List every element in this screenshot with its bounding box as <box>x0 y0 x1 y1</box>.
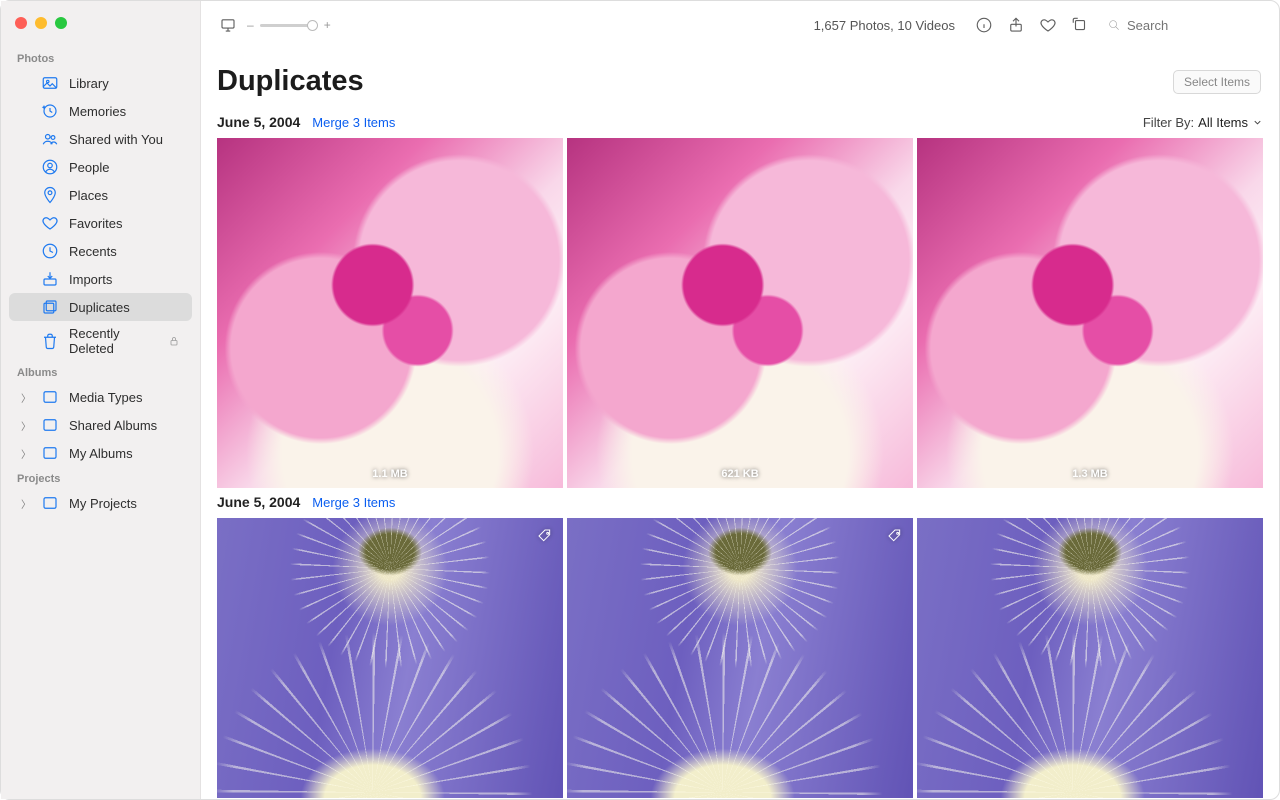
sidebar-item-places[interactable]: Places <box>9 181 192 209</box>
merge-items-link[interactable]: Merge 3 Items <box>312 115 395 130</box>
aspect-toggle-icon[interactable] <box>217 14 239 36</box>
chevron-right-icon: 〉 <box>21 390 31 405</box>
duplicate-group-header: June 5, 2004 Merge 3 Items <box>217 488 1263 518</box>
photo-thumbnail[interactable]: 621 KB <box>567 138 913 488</box>
search-field[interactable] <box>1101 15 1263 36</box>
rect-icon <box>41 494 59 512</box>
sidebar-item-label: Favorites <box>69 216 180 231</box>
sidebar-section-title: Albums <box>1 361 200 383</box>
sidebar-item-label: My Albums <box>69 446 180 461</box>
library-count: 1,657 Photos, 10 Videos <box>814 18 955 33</box>
sidebar-item-label: Shared Albums <box>69 418 180 433</box>
sidebar-item-duplicates[interactable]: Duplicates <box>9 293 192 321</box>
rect-icon <box>41 416 59 434</box>
sidebar-item-label: My Projects <box>69 496 180 511</box>
sparkle-clock-icon <box>41 102 59 120</box>
rect-stack-icon <box>41 298 59 316</box>
chevron-down-icon <box>1252 117 1263 128</box>
rotate-icon[interactable] <box>1069 14 1091 36</box>
lock-icon <box>168 335 180 347</box>
chevron-right-icon: 〉 <box>21 496 31 511</box>
slider-plus: + <box>324 18 331 32</box>
clock-icon <box>41 242 59 260</box>
toolbar: – + 1,657 Photos, 10 Videos <box>201 1 1279 49</box>
photo-thumbnail[interactable] <box>917 518 1263 798</box>
group-date: June 5, 2004 <box>217 114 300 130</box>
tray-down-icon <box>41 270 59 288</box>
person-circle-icon <box>41 158 59 176</box>
share-icon[interactable] <box>1005 14 1027 36</box>
tag-icon <box>887 528 903 544</box>
chevron-right-icon: 〉 <box>21 446 31 461</box>
photo-thumbnail[interactable]: 1.1 MB <box>217 138 563 488</box>
sidebar-item-shared-albums[interactable]: 〉 Shared Albums <box>9 411 192 439</box>
sidebar-item-memories[interactable]: Memories <box>9 97 192 125</box>
sidebar-item-recently-deleted[interactable]: Recently Deleted <box>9 321 192 361</box>
favorite-icon[interactable] <box>1037 14 1059 36</box>
sidebar-section-title: Photos <box>1 47 200 69</box>
chevron-right-icon: 〉 <box>21 418 31 433</box>
trash-icon <box>41 332 59 350</box>
sidebar-item-label: People <box>69 160 180 175</box>
main-area: – + 1,657 Photos, 10 Videos Duplicates S… <box>201 1 1279 799</box>
sidebar-item-my-albums[interactable]: 〉 My Albums <box>9 439 192 467</box>
minimize-window-button[interactable] <box>35 17 47 29</box>
file-size-badge: 1.1 MB <box>372 468 407 480</box>
duplicate-group-header: June 5, 2004 Merge 3 Items Filter By: All … <box>217 108 1263 138</box>
pin-icon <box>41 186 59 204</box>
search-input[interactable] <box>1127 18 1257 33</box>
sidebar-item-label: Recently Deleted <box>69 326 158 356</box>
merge-items-link[interactable]: Merge 3 Items <box>312 495 395 510</box>
sidebar-item-imports[interactable]: Imports <box>9 265 192 293</box>
sidebar-item-media-types[interactable]: 〉 Media Types <box>9 383 192 411</box>
sidebar-item-label: Places <box>69 188 180 203</box>
slider-minus: – <box>247 18 254 32</box>
page-title: Duplicates <box>217 65 364 98</box>
heart-icon <box>41 214 59 232</box>
sidebar-item-label: Shared with You <box>69 132 180 147</box>
rect-icon <box>41 388 59 406</box>
sidebar: Photos Library Memories Shared with You Peop… <box>1 1 201 799</box>
sidebar-item-shared-with-you[interactable]: Shared with You <box>9 125 192 153</box>
sidebar-item-recents[interactable]: Recents <box>9 237 192 265</box>
window-controls <box>1 7 200 47</box>
sidebar-item-label: Imports <box>69 272 180 287</box>
sidebar-item-people[interactable]: People <box>9 153 192 181</box>
duplicate-group-row: 1.1 MB 621 KB 1.3 MB <box>217 138 1263 488</box>
people-duo-icon <box>41 130 59 148</box>
filter-by-dropdown[interactable]: Filter By: All Items <box>1143 115 1263 130</box>
close-window-button[interactable] <box>15 17 27 29</box>
info-icon[interactable] <box>973 14 995 36</box>
sidebar-item-library[interactable]: Library <box>9 69 192 97</box>
group-date: June 5, 2004 <box>217 494 300 510</box>
tag-icon <box>537 528 553 544</box>
photo-thumbnail[interactable]: 1.3 MB <box>917 138 1263 488</box>
photo-rect-icon <box>41 74 59 92</box>
duplicate-group-row <box>217 518 1263 798</box>
file-size-badge: 621 KB <box>721 468 758 480</box>
thumbnail-size-slider[interactable]: – + <box>247 18 331 32</box>
photo-thumbnail[interactable] <box>217 518 563 798</box>
sidebar-item-my-projects[interactable]: 〉 My Projects <box>9 489 192 517</box>
sidebar-item-label: Media Types <box>69 390 180 405</box>
sidebar-item-label: Memories <box>69 104 180 119</box>
rect-icon <box>41 444 59 462</box>
select-items-button[interactable]: Select Items <box>1173 70 1261 94</box>
sidebar-item-label: Library <box>69 76 180 91</box>
sidebar-item-label: Recents <box>69 244 180 259</box>
sidebar-section-title: Projects <box>1 467 200 489</box>
photo-thumbnail[interactable] <box>567 518 913 798</box>
sidebar-item-favorites[interactable]: Favorites <box>9 209 192 237</box>
zoom-window-button[interactable] <box>55 17 67 29</box>
file-size-badge: 1.3 MB <box>1072 468 1107 480</box>
sidebar-item-label: Duplicates <box>69 300 180 315</box>
search-icon <box>1107 18 1121 32</box>
